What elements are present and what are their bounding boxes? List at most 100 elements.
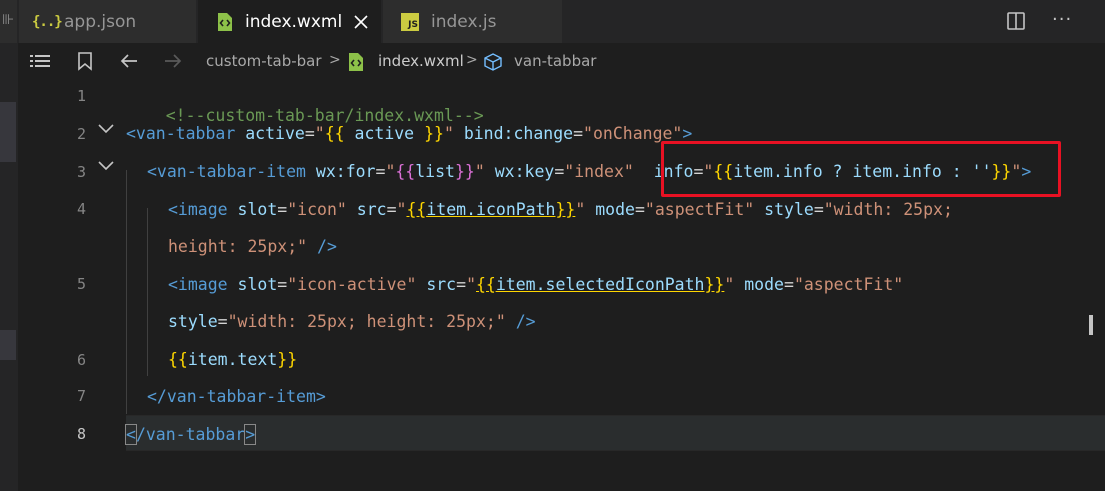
string-value: "icon": [287, 200, 347, 219]
code-editor[interactable]: 1 2 3 4 5 6 7 8 <!--custom-tab-bar/index…: [0, 79, 1105, 491]
cube-symbol-icon: [484, 53, 502, 71]
outline-list-icon[interactable]: [30, 51, 50, 71]
json-braces-icon: {..}: [32, 13, 63, 30]
tab-index-wxml[interactable]: index.wxml: [198, 0, 382, 43]
equals: =: [217, 312, 228, 331]
more-actions-icon[interactable]: ···: [1052, 9, 1072, 30]
equals: =: [277, 200, 288, 219]
mustache-open: {{: [395, 162, 416, 181]
attribute: mode: [744, 275, 784, 294]
equals: =: [304, 124, 315, 143]
line-number: 6: [76, 351, 86, 369]
code-line-5-wrap: style="width: 25px; height: 25px;" />: [168, 312, 536, 331]
forward-arrow-icon[interactable]: [163, 51, 183, 71]
tag-name: /van-tabbar: [135, 425, 246, 444]
tab-label: index.js: [431, 11, 497, 32]
breadcrumb-toolbar: custom-tab-bar > index.wxml > van-tabbar: [0, 43, 1105, 79]
split-editor-icon[interactable]: [1006, 11, 1026, 31]
left-panel-strip: [0, 79, 18, 491]
quote: ": [385, 162, 396, 181]
bracket-match: <: [125, 424, 137, 445]
fold-chevron-icon[interactable]: [97, 160, 115, 172]
tag-name: <van-tabbar: [126, 124, 236, 143]
mustache-close: }}: [277, 350, 298, 369]
mustache-close: }}: [704, 275, 725, 294]
indent-guide: [147, 208, 148, 376]
comment: <!--custom-tab-bar/index.wxml-->: [165, 106, 484, 125]
line-number: 2: [76, 125, 86, 143]
annotation-highlight-box: [661, 141, 1061, 197]
tab-index-js[interactable]: JS index.js: [383, 0, 563, 43]
breadcrumb-symbol[interactable]: van-tabbar: [514, 43, 596, 79]
tag-close: />: [505, 312, 536, 331]
equals: =: [784, 275, 794, 294]
mustache-open: {{: [406, 200, 427, 219]
mustache-close: }}: [555, 200, 576, 219]
close-icon[interactable]: [352, 13, 370, 31]
line-number: 4: [76, 200, 86, 218]
attribute: src: [426, 275, 457, 294]
tag-name: <van-tabbar-item: [147, 162, 306, 181]
chevron-right-icon: >: [329, 52, 341, 68]
tag-name: <image: [168, 275, 228, 294]
equals: =: [277, 275, 288, 294]
attribute: style: [168, 312, 218, 331]
quote: ": [466, 275, 476, 294]
expression: item.selectedIconPath: [495, 275, 705, 294]
equals: =: [634, 200, 645, 219]
code-line-7: </van-tabbar-item>: [147, 387, 326, 406]
quote: ": [443, 124, 454, 143]
panel-selection: [0, 330, 16, 360]
string-value: "icon-active": [287, 275, 417, 294]
expression: active: [344, 124, 425, 143]
line-number: 5: [76, 275, 86, 293]
breadcrumb-file[interactable]: index.wxml: [378, 43, 464, 79]
breadcrumb-folder[interactable]: custom-tab-bar: [206, 43, 322, 79]
line-number: 1: [76, 87, 86, 105]
back-arrow-icon[interactable]: [119, 51, 139, 71]
code-line-8: </van-tabbar>: [125, 424, 257, 445]
mustache-close: }}: [455, 162, 475, 181]
equals: =: [386, 200, 397, 219]
attribute: active: [245, 124, 305, 143]
line-number: 7: [76, 387, 86, 405]
tab-app-json[interactable]: {..} app.json: [19, 0, 197, 43]
string-value: "width: 25px;: [823, 200, 953, 219]
attribute: style: [764, 200, 814, 219]
wxml-file-icon: [218, 12, 232, 31]
expression: item.iconPath: [426, 200, 556, 219]
closing-tag: </van-tabbar-item>: [147, 387, 326, 406]
equals: =: [554, 162, 565, 181]
string-value: "index": [564, 162, 634, 181]
equals: =: [375, 162, 386, 181]
attribute: wx:for: [315, 162, 376, 181]
attribute: mode: [595, 200, 635, 219]
code-line-2: <van-tabbar active="{{ active }}" bind:c…: [126, 124, 692, 143]
line-number: 8: [76, 425, 86, 443]
expression: item.text: [187, 350, 278, 369]
code-line-5: <image slot="icon-active" src="{{item.se…: [168, 275, 903, 294]
quote: ": [474, 162, 485, 181]
indent-guide: [126, 170, 127, 414]
attribute: slot: [237, 200, 278, 219]
fold-chevron-icon[interactable]: [97, 123, 115, 135]
string-value: "aspectFit": [644, 200, 755, 219]
tab-overflow-left[interactable]: ⊪: [0, 0, 18, 43]
tab-overflow-icon: ⊪: [2, 12, 15, 28]
quote: ": [575, 200, 586, 219]
scrollbar-slider[interactable]: [1089, 315, 1093, 335]
quote: ": [314, 124, 325, 143]
mustache-open: {{: [476, 275, 496, 294]
bookmark-icon[interactable]: [75, 51, 95, 71]
chevron-right-icon: >: [466, 52, 478, 68]
tag-name: <image: [168, 200, 228, 219]
equals: =: [456, 275, 467, 294]
mustache-open: {{: [324, 124, 345, 143]
attribute: wx:key: [494, 162, 555, 181]
quote: ": [724, 275, 735, 294]
quote: ": [396, 200, 407, 219]
attribute: src: [356, 200, 387, 219]
tab-label: app.json: [64, 11, 137, 32]
attribute: slot: [237, 275, 278, 294]
expression: list: [415, 162, 455, 181]
